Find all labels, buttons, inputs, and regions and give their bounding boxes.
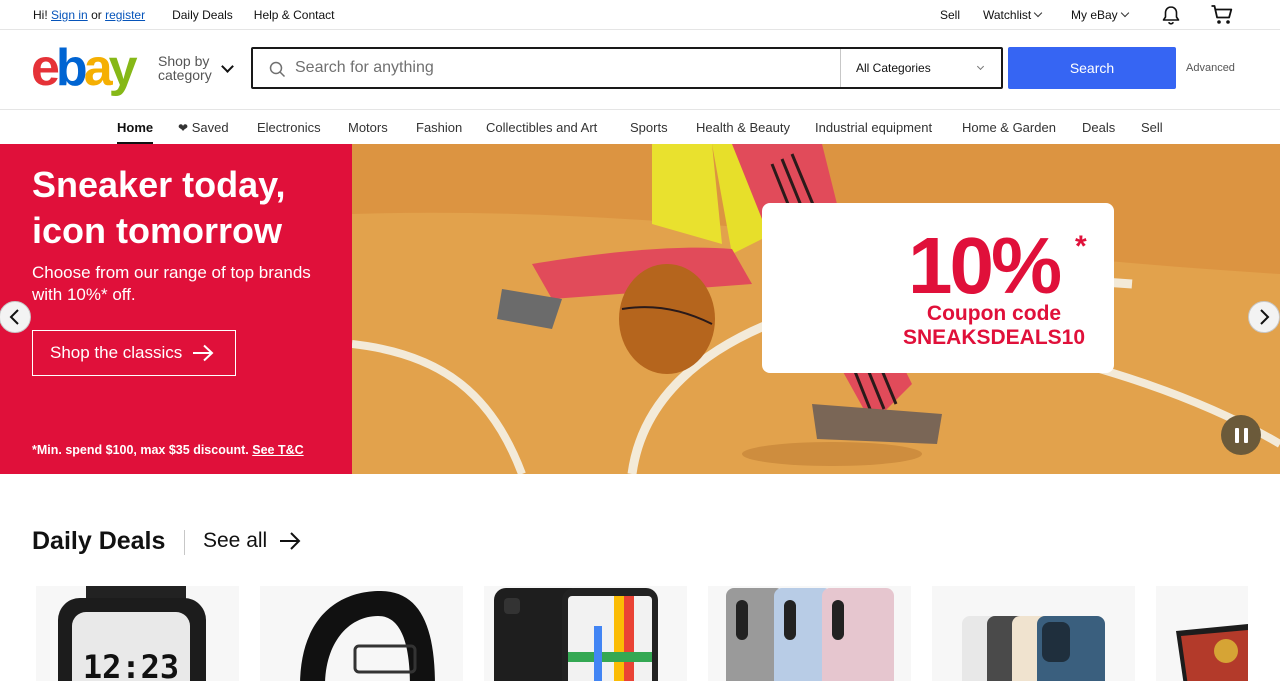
nav-item-home[interactable]: Home xyxy=(117,120,154,144)
phones-image xyxy=(726,588,894,681)
shop-by-label: Shop by xyxy=(158,53,210,69)
hero-text-panel: Sneaker today, icon tomorrow Choose from… xyxy=(0,144,352,474)
divider xyxy=(184,530,185,555)
carousel-prev-button[interactable] xyxy=(0,301,31,333)
nav-item-deals[interactable]: Deals xyxy=(1082,120,1115,135)
arrow-right-icon xyxy=(193,344,214,362)
chevron-down-icon xyxy=(1033,8,1043,18)
hero-subtitle: Choose from our range of top brands with… xyxy=(32,263,311,304)
category-nav: Home ❤ Saved Electronics Motors Fashion … xyxy=(0,110,1280,144)
register-link[interactable]: register xyxy=(105,8,145,22)
help-contact-link[interactable]: Help & Contact xyxy=(254,8,335,22)
chevron-down-icon xyxy=(1120,8,1129,18)
top-bar-left: Hi! Sign in or register Daily Deals Help… xyxy=(33,8,335,22)
laptop-image xyxy=(1176,624,1248,681)
hero-carousel: Sneaker today, icon tomorrow Choose from… xyxy=(0,144,1280,474)
nav-item-health-beauty[interactable]: Health & Beauty xyxy=(696,120,790,135)
nav-item-industrial[interactable]: Industrial equipment xyxy=(815,120,932,135)
carousel-pause-button[interactable] xyxy=(1221,415,1261,455)
daily-deals-heading: Daily Deals xyxy=(32,527,166,555)
shop-by-category-button[interactable]: Shop by category xyxy=(158,54,212,82)
fine-print-text: *Min. spend $100, max $35 discount. xyxy=(32,443,249,457)
chevron-right-icon xyxy=(1260,309,1270,325)
deal-card-iphones[interactable] xyxy=(932,586,1135,681)
svg-text:12:23: 12:23 xyxy=(83,648,179,681)
ebay-logo[interactable]: ebay xyxy=(31,40,138,96)
deal-card-phone[interactable] xyxy=(484,586,687,681)
search-input[interactable] xyxy=(253,49,840,87)
hero-fine-print: *Min. spend $100, max $35 discount. See … xyxy=(32,443,304,457)
see-all-link[interactable]: See all xyxy=(203,529,301,553)
hero-title: Sneaker today, icon tomorrow xyxy=(32,164,286,251)
nav-item-sell[interactable]: Sell xyxy=(1141,120,1163,135)
cart-icon[interactable] xyxy=(1210,4,1234,29)
deal-card-belt[interactable] xyxy=(260,586,463,681)
nav-item-sports[interactable]: Sports xyxy=(630,120,668,135)
chevron-left-icon xyxy=(9,309,19,325)
cta-label: Shop the classics xyxy=(50,343,183,362)
my-ebay-dropdown[interactable]: My eBay xyxy=(1071,8,1129,22)
top-bar: Hi! Sign in or register Daily Deals Help… xyxy=(0,0,1280,30)
sell-link[interactable]: Sell xyxy=(940,8,960,22)
search-input-wrap xyxy=(253,49,841,87)
heart-icon: ❤ xyxy=(178,121,189,135)
header: ebay Shop by category All Categories Sea… xyxy=(0,30,1280,110)
nav-item-home-garden[interactable]: Home & Garden xyxy=(962,120,1056,135)
nav-item-collectibles[interactable]: Collectibles and Art xyxy=(486,120,597,135)
watch-image: 12:23 xyxy=(58,586,206,681)
advanced-search-link[interactable]: Advanced xyxy=(1186,62,1235,74)
watchlist-dropdown[interactable]: Watchlist xyxy=(983,8,1043,22)
iphones-image xyxy=(962,616,1105,681)
my-ebay-label: My eBay xyxy=(1071,8,1118,22)
nav-item-saved-label: Saved xyxy=(191,120,229,135)
category-label: category xyxy=(158,67,212,83)
shop-the-classics-button[interactable]: Shop the classics xyxy=(32,330,236,376)
arrow-right-icon xyxy=(280,532,301,550)
nav-item-fashion[interactable]: Fashion xyxy=(416,120,462,135)
greeting-text: Hi! xyxy=(33,8,48,22)
category-select-value: All Categories xyxy=(856,61,931,75)
deal-card-watch[interactable]: 12:23 xyxy=(36,586,239,681)
bell-icon[interactable] xyxy=(1160,4,1182,29)
watchlist-label: Watchlist xyxy=(983,8,1032,22)
chevron-down-icon[interactable] xyxy=(221,60,234,73)
belt-image xyxy=(300,591,435,681)
category-select[interactable]: All Categories xyxy=(841,49,1001,87)
search-bar: All Categories xyxy=(251,47,1003,89)
pause-icon xyxy=(1234,427,1239,443)
daily-deals-link[interactable]: Daily Deals xyxy=(172,8,233,22)
carousel-next-button[interactable] xyxy=(1248,301,1280,333)
coupon-percent: 10% xyxy=(908,221,1062,310)
search-icon xyxy=(269,61,286,83)
search-button[interactable]: Search xyxy=(1008,47,1176,89)
nav-item-electronics[interactable]: Electronics xyxy=(257,120,321,135)
coupon-code: SNEAKSDEALS10 xyxy=(902,326,1086,349)
deal-card-phones[interactable] xyxy=(708,586,911,681)
coupon-asterisk: * xyxy=(1075,230,1087,263)
coupon-code-label: Coupon code xyxy=(926,302,1062,325)
chevron-down-icon xyxy=(976,62,985,71)
phone-image xyxy=(494,588,658,681)
see-terms-link[interactable]: See T&C xyxy=(252,443,303,457)
nav-item-motors[interactable]: Motors xyxy=(348,120,388,135)
nav-item-saved[interactable]: ❤ Saved xyxy=(178,120,229,135)
deal-card-laptop[interactable] xyxy=(1156,586,1248,681)
see-all-label: See all xyxy=(203,529,268,552)
or-text: or xyxy=(91,8,102,22)
sign-in-link[interactable]: Sign in xyxy=(51,8,88,22)
